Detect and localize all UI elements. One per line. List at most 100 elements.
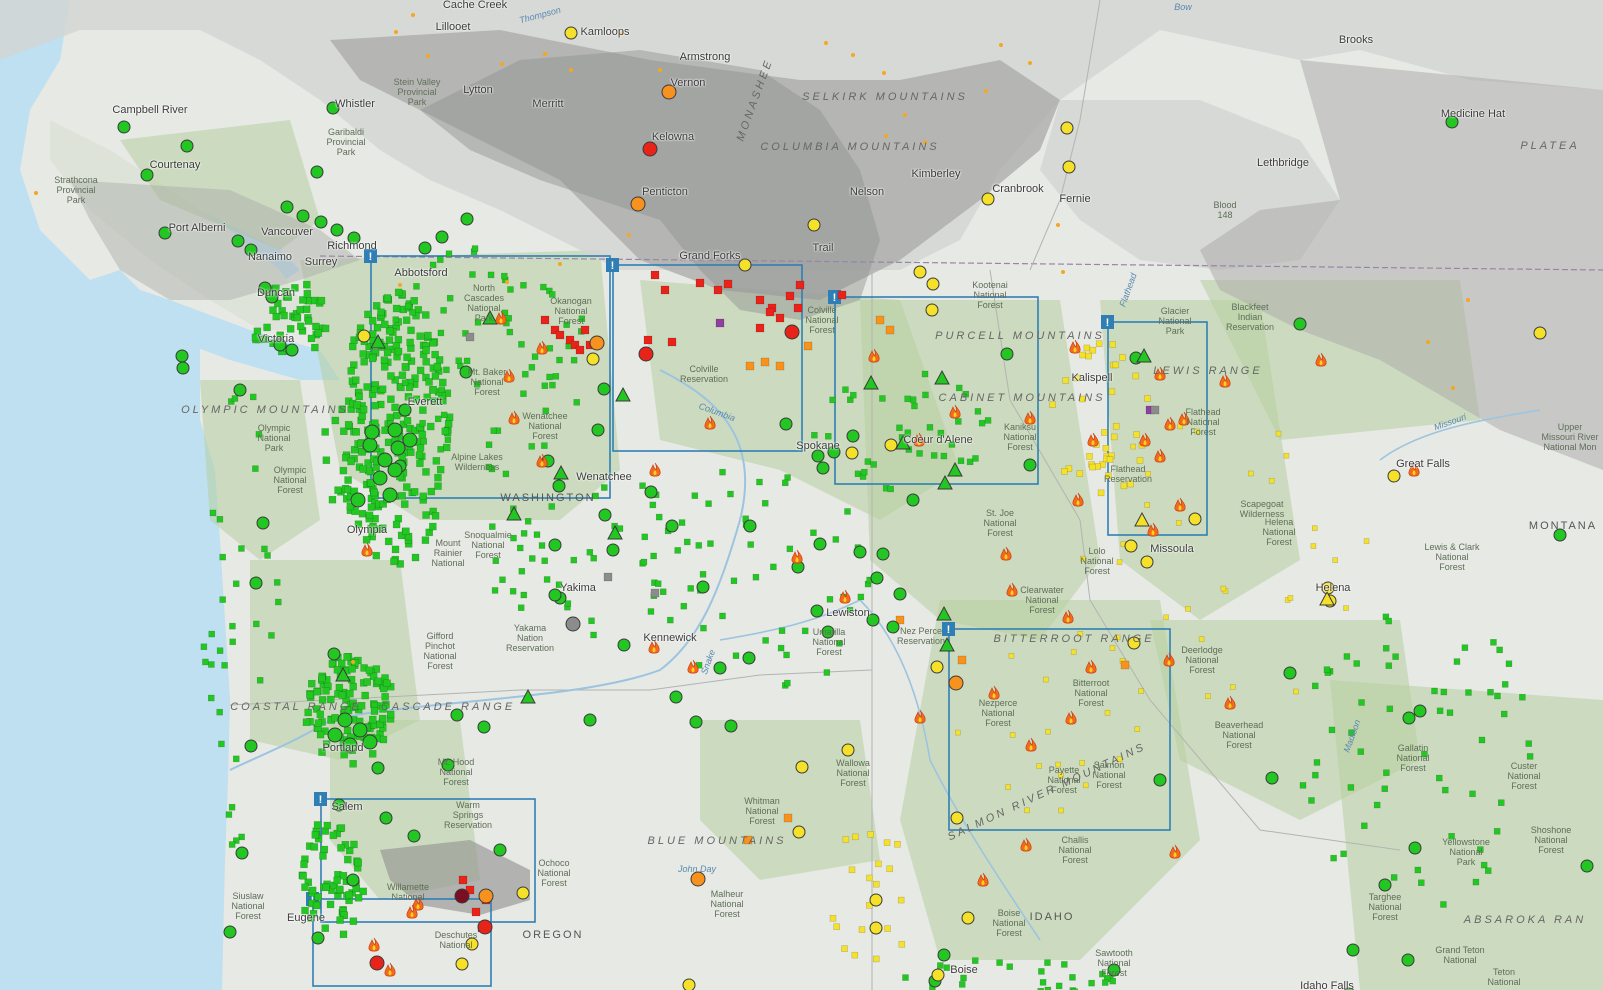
sensor-marker[interactable]: [563, 321, 570, 328]
sensor-marker[interactable]: [650, 270, 660, 280]
sensor-marker[interactable]: [322, 687, 330, 695]
sensor-marker[interactable]: [904, 429, 912, 436]
sensor-marker[interactable]: [1083, 344, 1091, 352]
sensor-marker[interactable]: [344, 855, 352, 864]
monitor-marker[interactable]: [235, 846, 249, 860]
monitor-marker[interactable]: [886, 620, 900, 634]
sensor-marker[interactable]: [485, 463, 493, 471]
monitor-marker[interactable]: [617, 638, 631, 652]
monitor-marker[interactable]: [441, 758, 455, 772]
sensor-marker[interactable]: [338, 405, 346, 414]
sensor-marker[interactable]: [966, 458, 974, 466]
monitor-marker[interactable]: [387, 422, 403, 438]
monitor-marker[interactable]: [1060, 121, 1074, 135]
sensor-marker[interactable]: [296, 305, 304, 314]
sensor-marker[interactable]: [691, 492, 699, 499]
sensor-marker[interactable]: [437, 256, 444, 263]
monitor-marker[interactable]: [893, 587, 907, 601]
sensor-marker[interactable]: [216, 647, 224, 654]
sensor-marker[interactable]: [538, 542, 546, 549]
sensor-marker[interactable]: [365, 511, 374, 520]
sensor-marker[interactable]: [683, 538, 691, 546]
sensor-marker[interactable]: [252, 465, 259, 472]
sensor-marker[interactable]: [573, 399, 580, 406]
sensor-marker[interactable]: [229, 638, 236, 646]
monitor-marker[interactable]: [981, 192, 995, 206]
sensor-marker[interactable]: [921, 370, 929, 378]
sensor-marker[interactable]: [667, 616, 674, 624]
sensor-marker[interactable]: [473, 381, 481, 388]
monitor-marker[interactable]: [1553, 528, 1567, 542]
sensor-marker[interactable]: [1088, 979, 1095, 987]
sensor-marker[interactable]: [1116, 559, 1123, 565]
sensor-marker[interactable]: [422, 358, 430, 366]
monitor-marker[interactable]: [811, 449, 825, 463]
monitor-marker[interactable]: [1387, 469, 1401, 483]
sensor-marker[interactable]: [1198, 636, 1205, 642]
sensor-marker[interactable]: [347, 367, 355, 375]
sensor-marker[interactable]: [803, 341, 813, 351]
sensor-marker[interactable]: [1440, 688, 1448, 696]
sensor-marker[interactable]: [444, 436, 452, 443]
sensor-marker[interactable]: [1299, 782, 1307, 789]
sensor-marker[interactable]: [713, 285, 723, 295]
sensor-marker[interactable]: [1044, 959, 1051, 966]
sensor-marker[interactable]: [743, 835, 753, 845]
sensor-marker[interactable]: [640, 558, 648, 566]
small-sensor-dot[interactable]: [620, 31, 624, 35]
sensor-marker[interactable]: [491, 587, 499, 594]
sensor-marker[interactable]: [492, 557, 500, 565]
sensor-marker[interactable]: [1472, 878, 1480, 886]
sensor-marker[interactable]: [390, 557, 398, 566]
sensor-marker[interactable]: [850, 391, 857, 399]
sensor-marker[interactable]: [282, 288, 290, 296]
sensor-marker[interactable]: [369, 715, 377, 724]
sensor-marker[interactable]: [1431, 687, 1438, 695]
sensor-marker[interactable]: [296, 322, 305, 331]
sensor-marker[interactable]: [314, 719, 323, 727]
small-sensor-dot[interactable]: [1061, 270, 1065, 274]
sensor-marker[interactable]: [1138, 688, 1144, 694]
sensor-marker[interactable]: [463, 357, 471, 365]
sensor-marker[interactable]: [1055, 761, 1061, 768]
monitor-marker[interactable]: [175, 349, 189, 363]
sensor-marker[interactable]: [1108, 388, 1116, 396]
sensor-marker[interactable]: [723, 279, 733, 289]
small-sensor-dot[interactable]: [426, 54, 430, 58]
sensor-marker[interactable]: [1361, 822, 1368, 830]
sensor-marker[interactable]: [357, 701, 366, 710]
sensor-marker[interactable]: [1097, 489, 1105, 497]
sensor-marker[interactable]: [955, 384, 963, 392]
sensor-marker[interactable]: [420, 438, 428, 445]
sensor-marker[interactable]: [1347, 784, 1355, 791]
sensor-marker[interactable]: [760, 357, 770, 367]
sensor-marker[interactable]: [844, 508, 851, 515]
sensor-marker[interactable]: [529, 555, 536, 562]
sensor-marker[interactable]: [680, 602, 688, 610]
sensor-marker[interactable]: [777, 644, 785, 652]
monitor-marker[interactable]: [362, 437, 378, 453]
monitor-marker[interactable]: [477, 919, 493, 935]
sensor-marker[interactable]: [228, 841, 236, 848]
sensor-marker[interactable]: [404, 393, 413, 401]
sensor-marker[interactable]: [1448, 833, 1455, 840]
sensor-marker[interactable]: [440, 307, 447, 314]
sensor-marker[interactable]: [1062, 377, 1069, 384]
sensor-marker[interactable]: [434, 415, 442, 423]
sensor-marker[interactable]: [1058, 772, 1064, 778]
sensor-marker[interactable]: [403, 416, 412, 425]
small-sensor-dot[interactable]: [569, 68, 573, 72]
sensor-marker[interactable]: [984, 417, 992, 424]
monitor-marker[interactable]: [795, 760, 809, 774]
sensor-marker[interactable]: [1418, 879, 1425, 886]
sensor-marker[interactable]: [1120, 482, 1128, 490]
sensor-marker[interactable]: [471, 245, 479, 252]
monitor-marker[interactable]: [586, 352, 600, 366]
sensor-marker[interactable]: [264, 552, 271, 559]
sensor-marker[interactable]: [957, 457, 965, 465]
sensor-marker[interactable]: [1440, 901, 1447, 908]
sensor-marker[interactable]: [322, 740, 331, 748]
sensor-marker[interactable]: [317, 296, 326, 305]
sensor-marker[interactable]: [541, 382, 549, 389]
sensor-marker[interactable]: [647, 608, 655, 615]
